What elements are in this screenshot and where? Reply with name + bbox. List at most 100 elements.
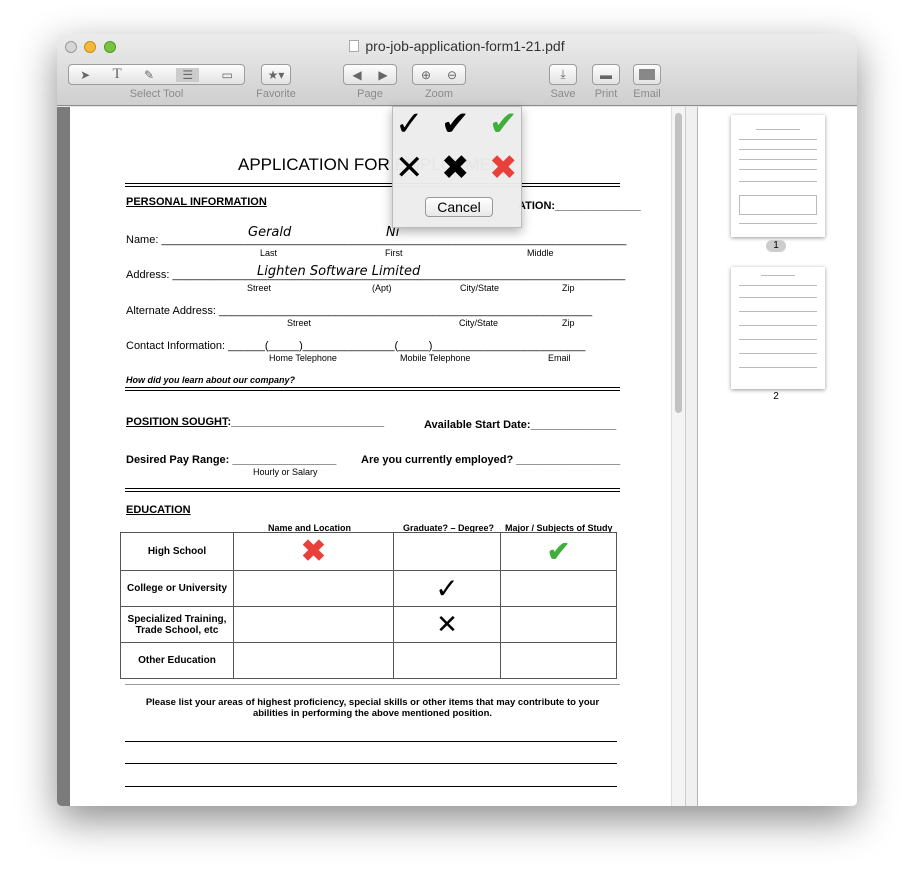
next-page-icon[interactable]: ▶ — [378, 68, 387, 82]
start-date-label: Available Start Date: — [424, 419, 531, 431]
print-label: Print — [594, 88, 618, 100]
row-label: Other Education — [120, 642, 234, 679]
divider — [125, 684, 620, 685]
cell[interactable]: ✓ — [393, 570, 501, 607]
cell[interactable] — [233, 642, 394, 679]
table-row: High School ✖ ✔ — [120, 532, 617, 571]
cell[interactable] — [393, 532, 501, 571]
page-label: Page — [357, 88, 383, 100]
row-label: Specialized Training, Trade School, etc — [120, 606, 234, 643]
annotate-icon[interactable]: ✎ — [144, 68, 154, 82]
apt-caption: (Apt) — [372, 283, 392, 293]
check-mark-thin-icon[interactable]: ✓ — [395, 107, 424, 141]
position-sought-label: POSITION SOUGHT — [126, 416, 228, 428]
email-label: Email — [633, 88, 661, 100]
check-mark-bold-icon[interactable]: ✔ — [441, 107, 470, 141]
pay-range-field[interactable]: Desired Pay Range: _________________ — [126, 454, 336, 466]
first-caption: First — [385, 248, 403, 258]
last-caption: Last — [260, 248, 278, 258]
select-tool-group: ➤ T ✎ ☰ ▭ — [68, 64, 245, 85]
title-text: pro-job-application-form1-21.pdf — [365, 38, 565, 54]
section-personal: PERSONAL INFORMATION — [126, 196, 267, 208]
divider — [125, 183, 620, 187]
skills-line[interactable] — [125, 786, 617, 787]
cell[interactable] — [500, 606, 617, 643]
last-name-value[interactable]: Gerald — [248, 225, 291, 240]
vertical-scrollbar[interactable] — [671, 107, 685, 806]
favorite-label: Favorite — [256, 88, 296, 100]
cell[interactable]: ✕ — [393, 606, 501, 643]
page-number-2: 2 — [773, 391, 779, 402]
cell[interactable] — [500, 570, 617, 607]
check-mark-icon[interactable]: ✓ — [435, 573, 458, 604]
x-mark-icon[interactable]: ✕ — [436, 609, 458, 639]
position-label: ATION:______________ — [518, 200, 641, 212]
green-check-mark-icon[interactable]: ✔ — [547, 536, 570, 567]
save-label: Save — [550, 88, 576, 100]
red-x-mark-icon[interactable]: ✖ — [301, 535, 326, 568]
text-tool-icon[interactable]: T — [113, 66, 122, 83]
page-number-1: 1 — [766, 240, 786, 252]
cell[interactable] — [233, 606, 394, 643]
skills-line[interactable] — [125, 763, 617, 764]
zoom-out-icon[interactable]: ⊖ — [447, 68, 457, 82]
start-date-field[interactable]: Available Start Date:______________ — [424, 419, 616, 431]
save-button[interactable]: ⤓ — [549, 64, 577, 85]
image-icon[interactable]: ▭ — [221, 68, 232, 82]
printer-icon: ▬ — [600, 67, 612, 82]
street-caption: Street — [247, 283, 272, 293]
alt-address-label: Alternate Address: — [126, 305, 216, 317]
name-label: Name: — [126, 234, 159, 246]
cell[interactable]: ✔ — [500, 532, 617, 571]
address-value[interactable]: Lighten Software Limited — [257, 264, 420, 279]
alt-zip-caption: Zip — [562, 318, 575, 328]
row-label: College or University — [120, 570, 234, 607]
skills-prompt: Please list your areas of highest profic… — [145, 697, 600, 719]
print-button[interactable]: ▬ — [592, 64, 620, 85]
divider — [125, 488, 620, 492]
name-field[interactable]: Name: __________________________________… — [126, 234, 626, 246]
sidebar-splitter[interactable] — [685, 107, 697, 806]
red-x-mark-icon[interactable]: ✖ — [489, 151, 518, 185]
checklist-icon[interactable]: ☰ — [176, 67, 200, 82]
zoom-label: Zoom — [424, 88, 454, 100]
employed-label: Are you currently employed? — [361, 454, 514, 466]
cell[interactable] — [500, 642, 617, 679]
city-caption: City/State — [460, 283, 500, 293]
cell[interactable]: ✖ — [233, 532, 394, 571]
page-thumbnail-1[interactable] — [731, 115, 825, 237]
document-view[interactable]: APPLICATION FOR EMPLOYMENT PERSONAL INFO… — [57, 107, 685, 806]
education-table: High School ✖ ✔ College or University ✓ Spe… — [120, 532, 617, 679]
x-mark-bold-icon[interactable]: ✖ — [441, 151, 470, 185]
cancel-button[interactable]: Cancel — [425, 197, 493, 217]
pointer-icon[interactable]: ➤ — [80, 68, 90, 82]
contact-field[interactable]: Contact Information: ______(_____)______… — [126, 340, 585, 352]
skills-line[interactable] — [125, 741, 617, 742]
table-row: Other Education — [120, 642, 617, 679]
alt-address-field[interactable]: Alternate Address: _____________________… — [126, 305, 592, 317]
pdf-file-icon — [349, 40, 360, 52]
x-mark-thin-icon[interactable]: ✕ — [395, 151, 424, 185]
select-tool-label: Select Tool — [129, 88, 184, 100]
green-check-mark-icon[interactable]: ✔ — [489, 107, 518, 141]
zoom-in-icon[interactable]: ⊕ — [421, 68, 431, 82]
cell[interactable] — [393, 642, 501, 679]
scrollbar-thumb[interactable] — [675, 113, 682, 413]
email-button[interactable] — [633, 64, 661, 85]
pay-range-label: Desired Pay Range: — [126, 454, 230, 466]
position-label-text: ATION: — [518, 200, 556, 212]
employed-field[interactable]: Are you currently employed? ____________… — [361, 454, 620, 466]
table-row: Specialized Training, Trade School, etc ✕ — [120, 606, 617, 643]
divider — [125, 387, 620, 391]
save-icon: ⤓ — [560, 67, 566, 81]
how-learn-question: How did you learn about our company? — [126, 375, 296, 385]
position-sought-field[interactable]: POSITION SOUGHT:________________________… — [126, 416, 384, 428]
favorite-button[interactable]: ★▾ — [261, 64, 291, 85]
mobile-tel-caption: Mobile Telephone — [400, 353, 471, 363]
home-tel-caption: Home Telephone — [269, 353, 337, 363]
table-row: College or University ✓ — [120, 570, 617, 607]
prev-page-icon[interactable]: ◀ — [352, 68, 361, 82]
page-thumbnail-2[interactable] — [731, 267, 825, 389]
alt-city-caption: City/State — [459, 318, 499, 328]
cell[interactable] — [233, 570, 394, 607]
